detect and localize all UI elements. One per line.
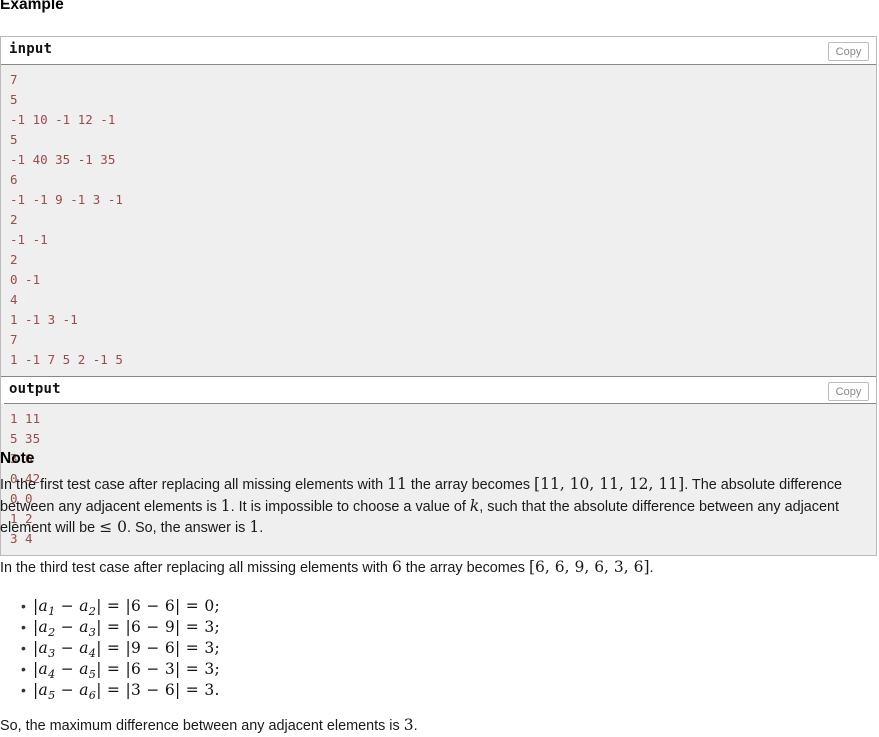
input-title-bar: input Copy: [1, 37, 876, 65]
note-conclusion: So, the maximum difference between any a…: [0, 715, 877, 737]
input-content[interactable]: 7 5 -1 10 -1 12 -1 5 -1 40 35 -1 35 6 -1…: [1, 70, 876, 370]
bullet-equation: |a1 − a2| = |6 − 6| = 0;: [33, 597, 221, 619]
note-p1-math-2: 1: [220, 496, 231, 515]
bullet-equation: |a3 − a4| = |9 − 6| = 3;: [33, 639, 221, 661]
note-paragraph-1: In the first test case after replacing a…: [0, 474, 877, 539]
input-title: input: [9, 41, 53, 57]
note-p1-text-4: . It is impossible to choose a value of: [230, 498, 470, 515]
input-accent-bar: [1, 37, 4, 64]
example-heading: Example: [0, 0, 64, 13]
problem-statement-page: Example input Copy 7 5 -1 10 -1 12 -1 5 …: [0, 0, 879, 737]
bullet-marker-icon: •: [21, 619, 26, 635]
note-bullet-item: • |a3 − a4| = |9 − 6| = 3;: [0, 638, 877, 661]
note-p1-text-1: In the first test case after replacing a…: [0, 477, 388, 493]
bullet-equation: |a5 − a6| = |3 − 6| = 3.: [33, 681, 220, 703]
output-accent-bar: [1, 377, 4, 404]
note-p1-text-2: the array becomes: [406, 477, 535, 493]
note-p1-math-le-zero: ≤ 0: [99, 518, 127, 536]
note-conclusion-text-2: .: [413, 718, 418, 734]
bullet-marker-icon: •: [21, 661, 26, 677]
note-p1-math-k: k: [469, 496, 480, 515]
note-p2-math-array: [6, 6, 9, 6, 3, 6]: [529, 557, 650, 576]
note-paragraph-2: In the third test case after replacing a…: [0, 557, 877, 579]
note-p1-math-answer: 1: [249, 518, 260, 536]
input-body: 7 5 -1 10 -1 12 -1 5 -1 40 35 -1 35 6 -1…: [1, 65, 876, 376]
note-bullet-item: • |a5 − a6| = |3 − 6| = 3.: [0, 680, 877, 703]
bullet-equation: |a4 − a5| = |6 − 3| = 3;: [33, 660, 221, 682]
sample-test-input-block: input Copy 7 5 -1 10 -1 12 -1 5 -1 40 35…: [1, 37, 876, 376]
note-bullet-list: • |a1 − a2| = |6 − 6| = 0; • |a2 − a3| = |6…: [0, 596, 877, 703]
note-conclusion-text-1: So, the maximum difference between any a…: [0, 718, 404, 734]
note-p1-text-6: . So, the answer is: [126, 520, 250, 536]
note-bullet-item: • |a4 − a5| = |6 − 3| = 3;: [0, 659, 877, 682]
note-conclusion-math: 3: [403, 716, 414, 734]
bullet-marker-icon: •: [21, 640, 26, 656]
note-p2-text-2: the array becomes: [401, 559, 529, 576]
note-section: In the first test case after replacing a…: [0, 474, 877, 737]
bullet-marker-icon: •: [21, 682, 26, 698]
note-bullet-item: • |a2 − a3| = |6 − 9| = 3;: [0, 617, 877, 640]
output-title-bar: output Copy: [1, 376, 876, 404]
note-p1-math-array: [11, 10, 11, 12, 11]: [534, 475, 685, 493]
bullet-marker-icon: •: [21, 598, 26, 614]
note-p2-math-1: 6: [391, 557, 402, 576]
copy-output-button[interactable]: Copy: [828, 382, 869, 401]
input-body-gutter: [1, 65, 4, 376]
output-title: output: [9, 381, 61, 397]
note-p1-math-1: 11: [387, 475, 407, 493]
note-p1-text-7: .: [259, 520, 264, 536]
note-p2-text-3: .: [649, 559, 654, 576]
bullet-equation: |a2 − a3| = |6 − 9| = 3;: [33, 618, 221, 640]
note-p2-text-1: In the third test case after replacing a…: [0, 559, 392, 576]
note-bullet-item: • |a1 − a2| = |6 − 6| = 0;: [0, 596, 877, 619]
note-heading: Note: [0, 450, 35, 467]
copy-input-button[interactable]: Copy: [828, 42, 869, 61]
